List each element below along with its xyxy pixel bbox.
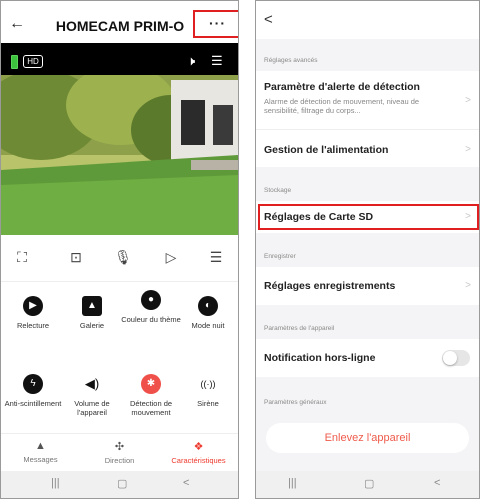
video-status-bar: HD 🕨 ☰: [1, 43, 238, 75]
chevron-right-icon: >: [465, 280, 471, 291]
home-icon[interactable]: ▢: [364, 477, 374, 490]
feature-playback[interactable]: ▶ Relecture: [3, 296, 63, 330]
back-chevron-icon[interactable]: <: [264, 11, 273, 28]
feature-gallery[interactable]: ▲ Galerie: [62, 296, 122, 330]
camera-screen: ← HOMECAM PRIM-O ··· HD 🕨 ☰ ⛶ ⊡ 🎙 ▷ ☰ ▶ …: [0, 0, 239, 499]
section-record: Enregistrer: [264, 253, 296, 260]
tab-direction[interactable]: ✣ Direction: [80, 440, 159, 465]
row-recording-settings[interactable]: Réglages enregistrements >: [256, 267, 479, 305]
bell-icon: ▲: [35, 440, 46, 452]
speaker-icon: ◀): [84, 376, 100, 391]
mute-icon[interactable]: 🕨: [187, 53, 195, 69]
bolt-icon: ϟ: [23, 374, 43, 394]
palette-icon: ●: [141, 290, 161, 310]
offline-notification-toggle[interactable]: [442, 350, 470, 366]
recent-apps-icon[interactable]: |||: [51, 477, 60, 489]
section-storage: Stockage: [264, 187, 292, 194]
feature-siren[interactable]: ((·)) Sirène: [178, 374, 238, 408]
device-title: HOMECAM PRIM-O: [55, 18, 185, 34]
feature-theme-color[interactable]: ● Couleur du thème: [121, 290, 181, 324]
dpad-icon: ✣: [114, 441, 125, 453]
features-grid: ▶ Relecture ▲ Galerie ● Couleur du thème…: [1, 281, 238, 433]
fullscreen-icon[interactable]: ⛶: [7, 249, 37, 266]
more-dots-icon: ···: [209, 15, 226, 31]
layout-icon[interactable]: ☰: [211, 53, 223, 69]
chevron-right-icon: >: [465, 95, 471, 106]
system-nav-bar: ||| ▢ <: [1, 471, 238, 498]
remove-device-button[interactable]: Enlevez l'appareil: [266, 423, 469, 453]
recent-apps-icon[interactable]: |||: [288, 477, 297, 489]
battery-icon: [11, 55, 18, 69]
feature-device-volume[interactable]: ◀) Volume de l'appareil: [62, 374, 122, 417]
chevron-right-icon: >: [465, 144, 471, 155]
image-icon: ▲: [82, 296, 102, 316]
tab-messages[interactable]: ▲ Messages: [1, 440, 80, 464]
toggle-knob: [443, 351, 457, 365]
feature-night-mode[interactable]: ◐ Mode nuit: [178, 296, 238, 330]
feature-anti-flicker[interactable]: ϟ Anti-scintillement: [3, 374, 63, 408]
back-arrow-icon[interactable]: ←: [9, 15, 25, 33]
section-device: Paramètres de l'appareil: [264, 325, 335, 332]
bottom-tab-bar: ▲ Messages ✣ Direction ❖ Caractéristique…: [1, 433, 238, 473]
nav-back-icon[interactable]: <: [183, 477, 189, 489]
features-icon: ❖: [193, 441, 204, 453]
microphone-icon[interactable]: 🎙: [108, 249, 138, 266]
top-bar: ← HOMECAM PRIM-O ···: [1, 1, 238, 43]
section-general: Paramètres généraux: [264, 399, 327, 406]
more-options-button[interactable]: ···: [193, 10, 238, 38]
moon-icon: ◐: [198, 296, 218, 316]
feature-motion-detection[interactable]: ✱ Détection de mouvement: [121, 374, 181, 417]
hd-toggle[interactable]: HD: [23, 55, 43, 68]
settings-screen: < Réglages avancés Paramètre d'alerte de…: [255, 0, 480, 499]
home-icon[interactable]: ▢: [117, 477, 127, 490]
camera-scene-image: [1, 75, 238, 235]
top-bar: <: [256, 1, 479, 39]
nav-back-icon[interactable]: <: [434, 477, 440, 489]
menu-collapse-icon[interactable]: ☰: [201, 249, 231, 266]
motion-icon: ✱: [141, 374, 161, 394]
row-power-management[interactable]: Gestion de l'alimentation >: [256, 129, 479, 167]
row-detection-alert[interactable]: Paramètre d'alerte de détection Alarme d…: [256, 71, 479, 129]
tab-features[interactable]: ❖ Caractéristiques: [159, 440, 238, 465]
screenshot-icon[interactable]: ⊡: [61, 249, 91, 266]
record-icon[interactable]: ▷: [156, 249, 186, 266]
play-icon: ▶: [23, 296, 43, 316]
section-advanced: Réglages avancés: [264, 57, 318, 64]
row-offline-notification: Notification hors-ligne: [256, 339, 479, 377]
system-nav-bar: ||| ▢ <: [256, 471, 479, 498]
live-video[interactable]: HD 🕨 ☰: [1, 43, 238, 235]
sd-card-highlight: [258, 204, 479, 230]
video-control-bar: ⛶ ⊡ 🎙 ▷ ☰: [1, 235, 238, 281]
siren-icon: ((·)): [200, 379, 216, 389]
